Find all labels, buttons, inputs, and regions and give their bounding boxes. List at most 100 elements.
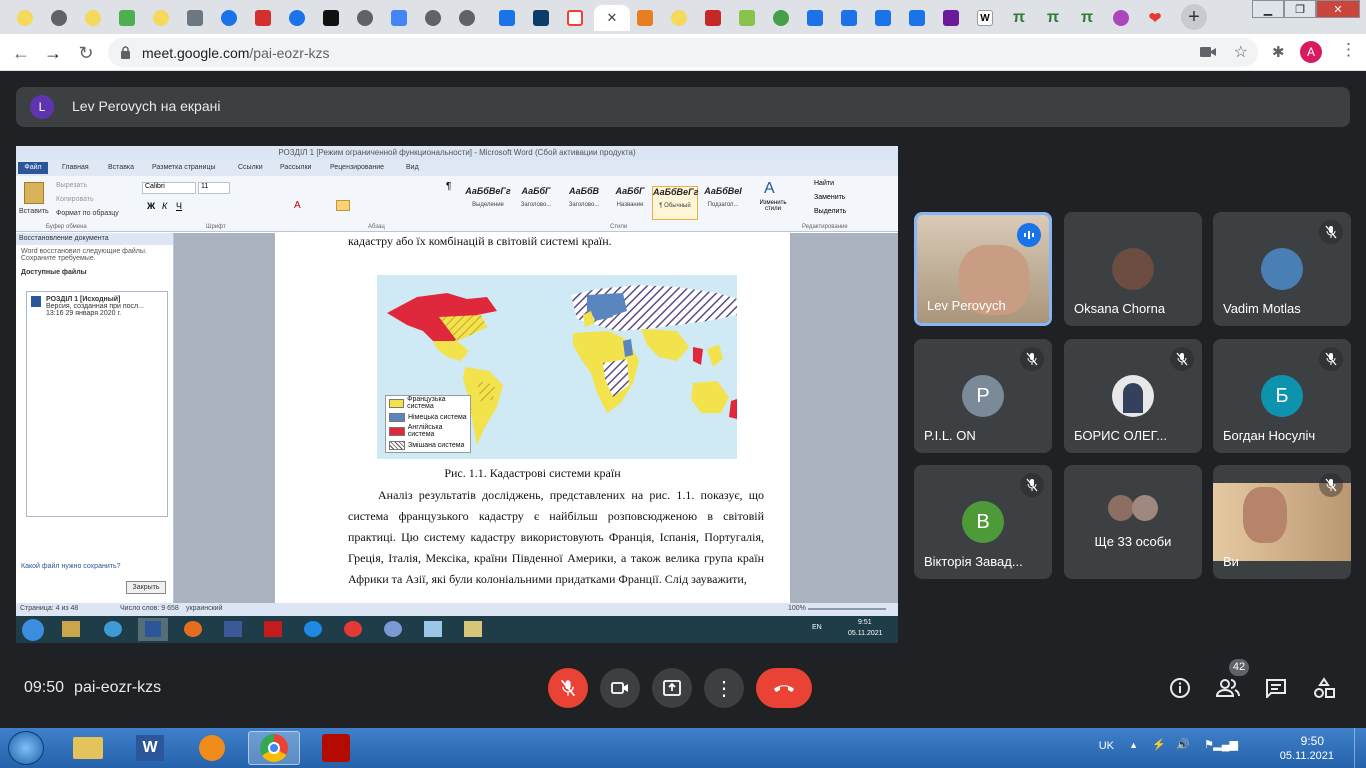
power-icon[interactable]: ⚡: [1152, 738, 1166, 751]
participant-tile-others[interactable]: Ще 33 особи: [1064, 465, 1202, 579]
word-tab-home[interactable]: Главная: [62, 164, 89, 171]
tab-6[interactable]: [180, 5, 210, 31]
leave-call-button[interactable]: [756, 668, 812, 708]
tab-29[interactable]: W: [970, 5, 1000, 31]
tray-date[interactable]: 05.11.2021: [1280, 750, 1334, 762]
profile-avatar[interactable]: A: [1300, 41, 1322, 63]
input-language[interactable]: UK: [1099, 740, 1114, 752]
word-tab-view[interactable]: Вид: [406, 164, 419, 171]
style-heading1[interactable]: АаБбГ Заголово...: [513, 186, 559, 220]
tab-28[interactable]: [936, 5, 966, 31]
word-page[interactable]: кадастру або їх комбінацій в світовій си…: [275, 233, 790, 603]
paste-icon[interactable]: [24, 182, 44, 204]
activities-button[interactable]: [1312, 676, 1336, 700]
tab-22[interactable]: [732, 5, 762, 31]
tab-active-meet[interactable]: ✕: [594, 5, 630, 31]
close-tab-icon[interactable]: ✕: [607, 10, 618, 26]
close-window-button[interactable]: ✕: [1316, 0, 1360, 18]
minimize-button[interactable]: ▁: [1252, 0, 1284, 18]
more-options-button[interactable]: ⋮: [704, 668, 744, 708]
participant-tile-boris[interactable]: БОРИС ОЛЕГ...: [1064, 339, 1202, 453]
taskbar-chrome[interactable]: [248, 731, 300, 765]
restore-button[interactable]: ❐: [1284, 0, 1316, 18]
font-name-select[interactable]: Calibri: [142, 182, 196, 194]
tab-7[interactable]: [214, 5, 244, 31]
bold-icon[interactable]: Ж: [147, 201, 155, 211]
participant-tile-lev[interactable]: Lev Perovych: [914, 212, 1052, 326]
start-button[interactable]: [8, 731, 44, 765]
volume-icon[interactable]: 🔊: [1176, 738, 1190, 751]
toggle-camera-button[interactable]: [600, 668, 640, 708]
change-styles-icon[interactable]: A: [764, 180, 775, 198]
participant-tile-you[interactable]: Ви: [1213, 465, 1351, 579]
tab-5[interactable]: [146, 5, 176, 31]
participant-tile-pil[interactable]: P P.I.L. ON: [914, 339, 1052, 453]
meeting-info-button[interactable]: [1168, 676, 1192, 700]
tab-11[interactable]: [350, 5, 380, 31]
tab-14[interactable]: [452, 5, 482, 31]
participant-tile-bohdan[interactable]: Б Богдан Носуліч: [1213, 339, 1351, 453]
tab-26[interactable]: [868, 5, 898, 31]
italic-icon[interactable]: К: [162, 201, 167, 211]
tab-33[interactable]: [1106, 5, 1136, 31]
style-heading2[interactable]: АаБбВ Заголово...: [561, 186, 607, 220]
participant-tile-vadim[interactable]: Vadim Motlas: [1213, 212, 1351, 326]
pilcrow-icon[interactable]: ¶: [446, 181, 451, 192]
style-normal[interactable]: АаБбВеГг ¶ Обычный: [652, 186, 698, 220]
browser-menu-icon[interactable]: ⋮: [1340, 40, 1357, 60]
font-size-select[interactable]: 11: [198, 182, 230, 194]
replace-button[interactable]: Заменить: [814, 194, 845, 201]
tab-21[interactable]: [698, 5, 728, 31]
bookmark-star-icon[interactable]: ☆: [1234, 42, 1248, 62]
style-emphasis[interactable]: АаБбВеГг Выделение: [465, 186, 511, 220]
tab-25[interactable]: [834, 5, 864, 31]
tab-10[interactable]: [316, 5, 346, 31]
style-title[interactable]: АаБбГ Название: [607, 186, 653, 220]
tab-24[interactable]: [800, 5, 830, 31]
tab-19[interactable]: [630, 5, 660, 31]
taskbar-word[interactable]: W: [124, 731, 176, 765]
participant-tile-oksana[interactable]: Oksana Chorna: [1064, 212, 1202, 326]
tab-27[interactable]: [902, 5, 932, 31]
tab-31[interactable]: π: [1038, 5, 1068, 31]
find-button[interactable]: Найти: [814, 180, 834, 187]
align-left-icon[interactable]: [336, 200, 350, 211]
tab-30[interactable]: π: [1004, 5, 1034, 31]
tray-time[interactable]: 9:50: [1301, 734, 1324, 748]
recovery-file-item[interactable]: РОЗДІЛ 1 [Исходный] Версия, созданная пр…: [31, 296, 163, 317]
people-button[interactable]: [1216, 676, 1240, 700]
cut-button[interactable]: Вырезать: [56, 182, 87, 189]
tab-4[interactable]: [112, 5, 142, 31]
word-tab-insert[interactable]: Вставка: [108, 164, 134, 171]
recovery-file-list[interactable]: РОЗДІЛ 1 [Исходный] Версия, созданная пр…: [26, 291, 168, 517]
toggle-mic-button[interactable]: [548, 668, 588, 708]
tab-13[interactable]: [418, 5, 448, 31]
show-desktop-button[interactable]: [1354, 728, 1366, 768]
taskbar-media[interactable]: [186, 731, 238, 765]
word-tab-mailings[interactable]: Рассылки: [280, 164, 311, 171]
present-screen-button[interactable]: [652, 668, 692, 708]
recovery-close-button[interactable]: Закрыть: [126, 581, 166, 594]
tab-9[interactable]: [282, 5, 312, 31]
tab-34[interactable]: ❤: [1140, 5, 1170, 31]
taskbar-explorer[interactable]: [62, 731, 114, 765]
address-bar[interactable]: meet.google.com/pai-eozr-kzs ☆: [108, 38, 1258, 67]
tab-23[interactable]: [766, 5, 796, 31]
reload-button[interactable]: ↻: [74, 41, 98, 65]
style-subtitle[interactable]: АаБбВеI Подзагол...: [700, 186, 746, 220]
tab-32[interactable]: π: [1072, 5, 1102, 31]
back-button[interactable]: ←: [9, 41, 33, 65]
tab-8[interactable]: [248, 5, 278, 31]
camera-icon[interactable]: [1200, 46, 1216, 58]
tab-16[interactable]: [526, 5, 556, 31]
font-color-icon[interactable]: A: [294, 200, 301, 211]
zoom-slider[interactable]: [808, 608, 886, 610]
word-tab-layout[interactable]: Разметка страницы: [152, 164, 216, 171]
new-tab-button[interactable]: +: [1181, 4, 1207, 30]
tab-3[interactable]: [78, 5, 108, 31]
tab-2[interactable]: [44, 5, 74, 31]
taskbar-acrobat[interactable]: [310, 731, 362, 765]
tab-1[interactable]: [10, 5, 40, 31]
paste-label[interactable]: Вставить: [19, 208, 49, 215]
format-painter-button[interactable]: Формат по образцу: [56, 210, 119, 217]
